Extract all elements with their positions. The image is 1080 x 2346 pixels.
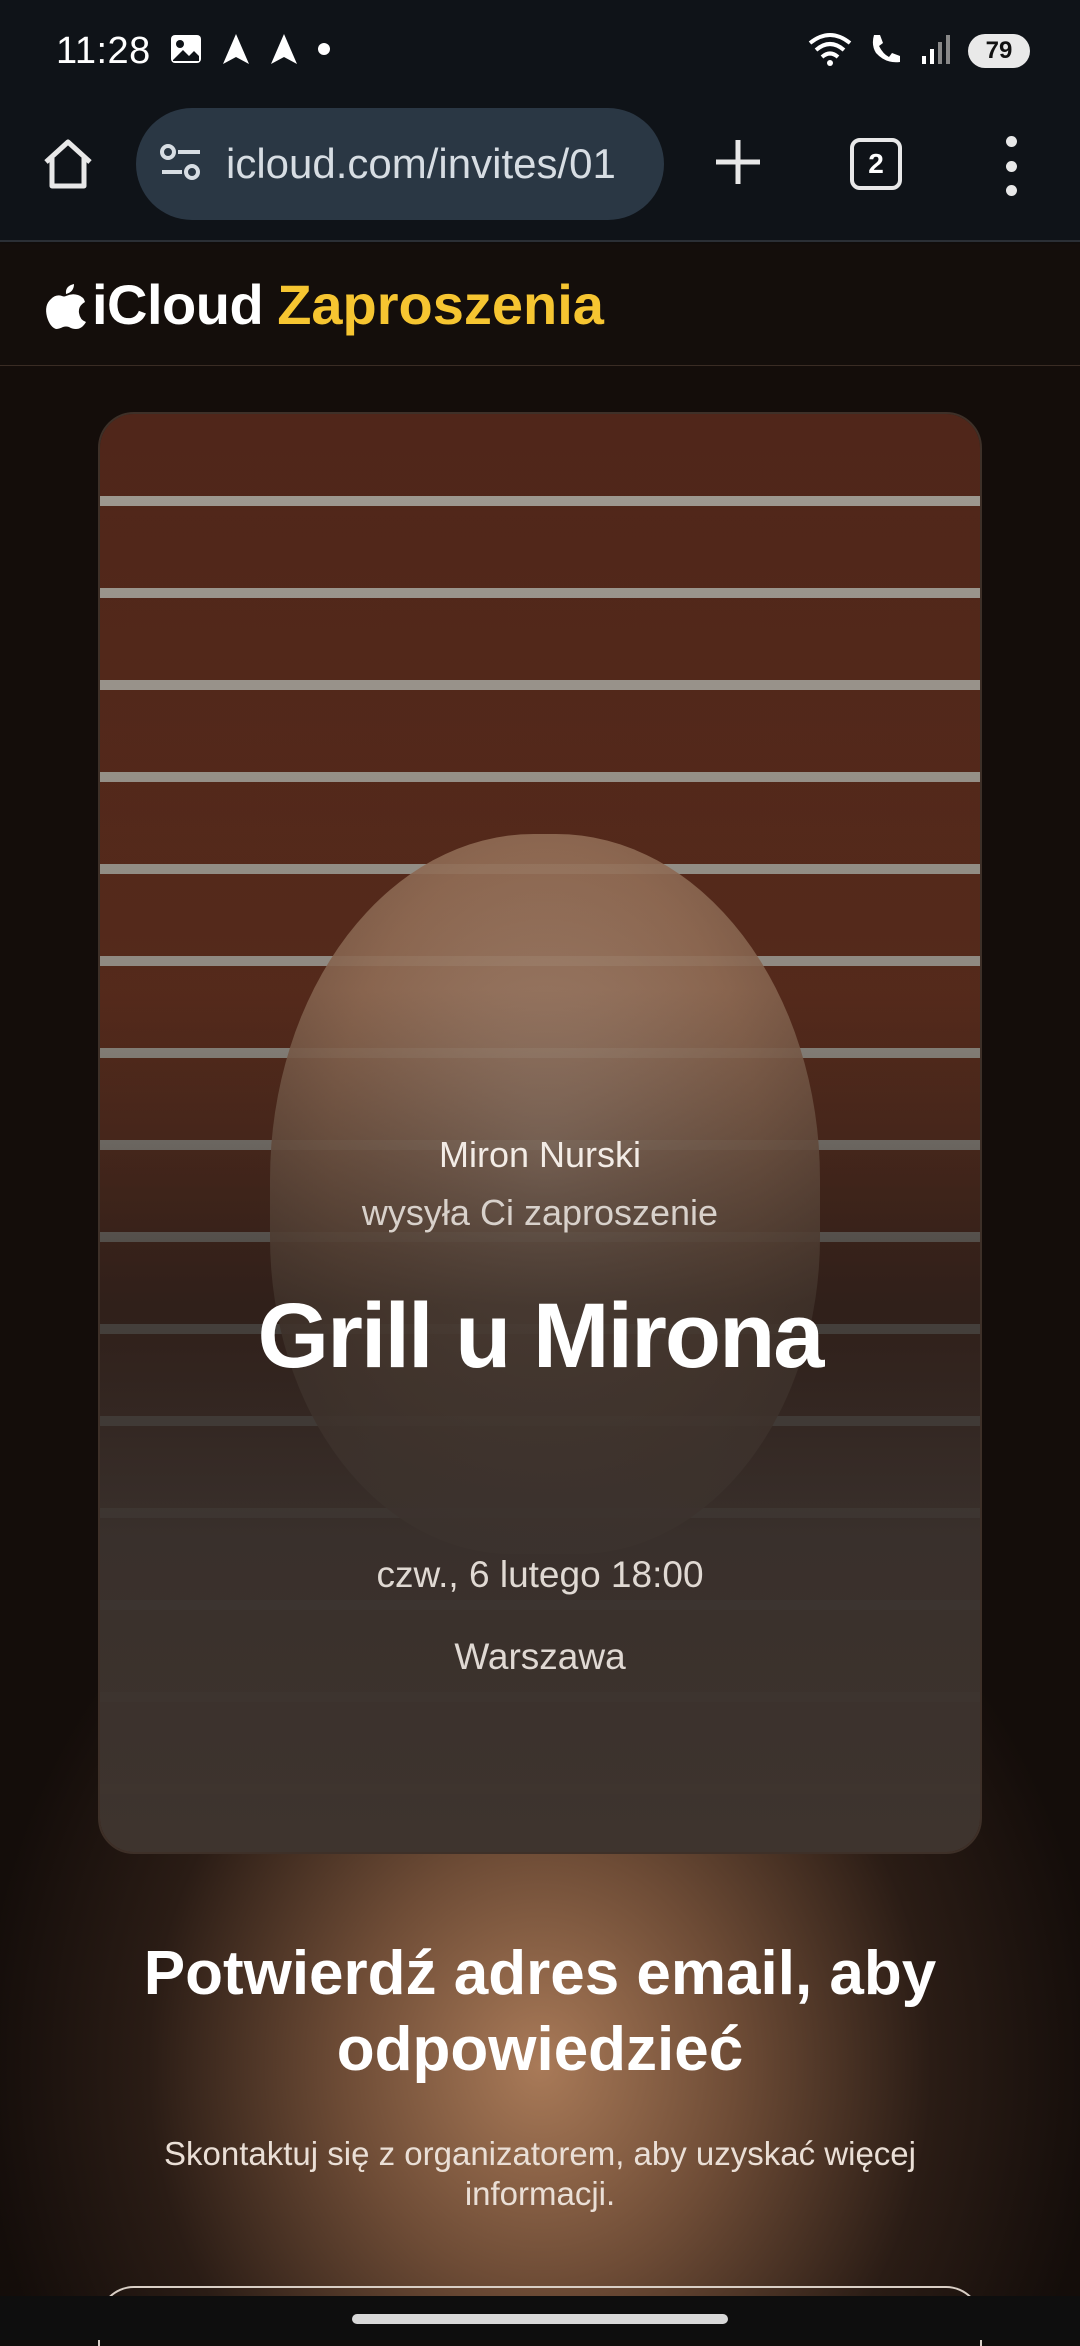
main-content: Miron Nurski wysyła Ci zaproszenie Grill… (0, 366, 1080, 2346)
image-icon (169, 32, 203, 71)
navigation-arrow-icon (221, 32, 251, 71)
navigation-arrow-icon (269, 32, 299, 71)
menu-dot (1005, 185, 1017, 196)
url-text[interactable]: icloud.com/invites/01 (226, 140, 616, 188)
site-settings-icon[interactable] (158, 142, 204, 187)
brand-logo[interactable]: iCloud Zaproszenia (44, 272, 604, 337)
confirm-email-title: Potwierdź adres email, aby odpowiedzieć (143, 1939, 937, 2084)
apple-logo-icon (46, 283, 86, 329)
dot-icon (317, 42, 331, 61)
address-bar[interactable]: icloud.com/invites/01 (136, 108, 664, 220)
status-left: 11:28 (56, 30, 331, 73)
menu-dot (1005, 136, 1017, 147)
site-header: iCloud Zaproszenia (0, 244, 1080, 366)
invite-note: wysyła Ci zaproszenie (361, 1192, 719, 1233)
event-location: Warszawa (454, 1636, 626, 1677)
invitation-card: Miron Nurski wysyła Ci zaproszenie Grill… (98, 412, 982, 1854)
status-time: 11:28 (56, 29, 151, 72)
wifi-calling-icon (868, 31, 904, 72)
gesture-handle[interactable] (352, 2314, 728, 2324)
plus-icon (716, 140, 760, 184)
section-name: Zaproszenia (277, 273, 604, 336)
system-nav-bar (0, 2296, 1080, 2340)
sender-name: Miron Nurski (438, 1134, 642, 1175)
brand-name: iCloud (92, 273, 264, 336)
battery-icon: 79 (968, 34, 1030, 68)
more-menu-button[interactable] (996, 136, 1026, 196)
tab-switcher-button[interactable]: 2 (850, 138, 902, 190)
event-datetime: czw., 6 lutego 18:00 (376, 1554, 704, 1595)
confirm-email-subtitle: Skontaktuj się z organizatorem, aby uzys… (163, 2135, 916, 2212)
new-tab-button[interactable] (706, 130, 770, 194)
status-bar: 11:28 79 (0, 0, 1080, 102)
browser-toolbar: icloud.com/invites/01 2 (0, 102, 1080, 242)
signal-icon (920, 32, 952, 71)
home-button[interactable] (36, 132, 100, 196)
status-right: 79 (808, 31, 1030, 72)
menu-dot (1005, 160, 1017, 172)
event-title: Grill u Mirona (257, 1285, 825, 1387)
home-icon (44, 139, 92, 189)
wifi-icon (808, 31, 852, 72)
